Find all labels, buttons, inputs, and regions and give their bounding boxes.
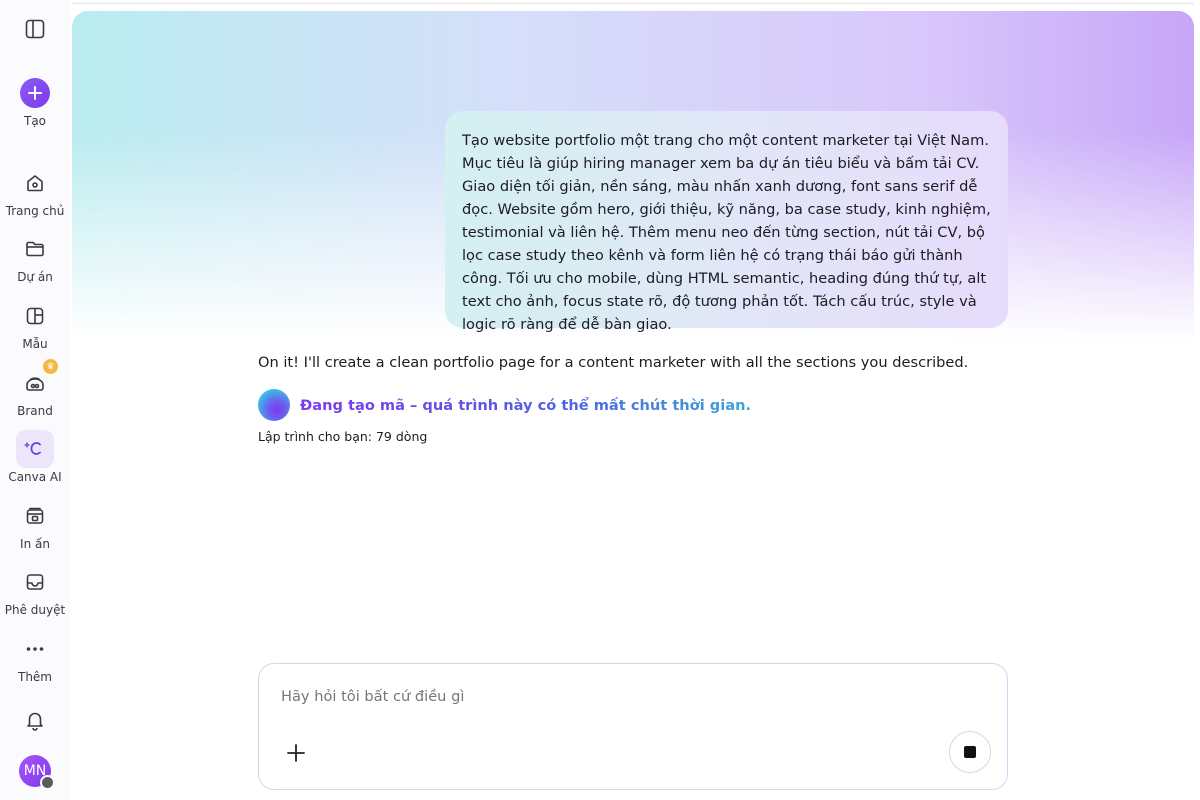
ai-orb-icon: [258, 389, 290, 421]
sidebar: Tạo Trang chủ Dự án Mẫu ♛ Brand Canva AI: [0, 0, 70, 800]
home-icon: [16, 164, 54, 202]
more-icon: [16, 630, 54, 668]
sidebar-item-label: Thêm: [17, 670, 52, 684]
sidebar-item-label: Tạo: [23, 114, 47, 128]
bell-icon: [16, 701, 54, 739]
sidebar-item-canva-ai[interactable]: Canva AI: [0, 430, 70, 484]
plus-icon: [20, 78, 50, 108]
sidebar-item-label: In ấn: [20, 537, 50, 551]
sidebar-item-label: Canva AI: [8, 470, 62, 484]
sidebar-item-label: Trang chủ: [5, 204, 65, 218]
avatar: MN: [19, 755, 55, 790]
chat-panel: Tạo website portfolio một trang cho một …: [72, 11, 1194, 800]
template-icon: [16, 297, 54, 335]
user-message-bubble: Tạo website portfolio một trang cho một …: [445, 111, 1008, 333]
sidebar-item-print[interactable]: In ấn: [0, 497, 70, 551]
sidebar-item-label: Phê duyệt: [4, 603, 66, 617]
sidebar-item-home[interactable]: Trang chủ: [0, 164, 70, 218]
sidebar-item-label: Mẫu: [22, 337, 48, 351]
canva-ai-icon: [16, 430, 54, 468]
crown-icon: ♛: [43, 359, 58, 374]
sidebar-item-create[interactable]: Tạo: [0, 78, 70, 128]
folder-icon: [16, 230, 54, 268]
inbox-icon: [16, 563, 54, 601]
print-icon: [16, 497, 54, 535]
prompt-input[interactable]: [281, 688, 921, 705]
brand-icon: ♛: [16, 359, 58, 402]
assistant-reply: On it! I'll create a clean portfolio pag…: [258, 354, 969, 371]
top-divider: [72, 3, 1194, 4]
sidebar-item-brand[interactable]: ♛ Brand: [0, 359, 70, 418]
status-text: Đang tạo mã – quá trình này có thể mất c…: [300, 396, 752, 414]
sidebar-item-more[interactable]: Thêm: [0, 630, 70, 684]
notifications-button[interactable]: [0, 701, 70, 739]
sidebar-item-templates[interactable]: Mẫu: [0, 297, 70, 351]
add-attachment-icon[interactable]: [285, 742, 307, 764]
stop-generation-button[interactable]: [949, 731, 991, 773]
lines-count: Lập trình cho bạn: 79 dòng: [258, 429, 428, 444]
sidebar-item-approvals[interactable]: Phê duyệt: [0, 563, 70, 617]
sidebar-item-label: Brand: [17, 404, 53, 418]
team-avatar-icon: [40, 775, 55, 790]
sidebar-item-projects[interactable]: Dự án: [0, 230, 70, 284]
sidebar-item-label: Dự án: [17, 270, 53, 284]
generation-status: Đang tạo mã – quá trình này có thể mất c…: [258, 389, 751, 421]
stop-icon: [964, 746, 976, 758]
sidebar-toggle-icon[interactable]: [24, 18, 46, 40]
composer: [258, 663, 1008, 790]
account-button[interactable]: MN: [0, 755, 70, 790]
